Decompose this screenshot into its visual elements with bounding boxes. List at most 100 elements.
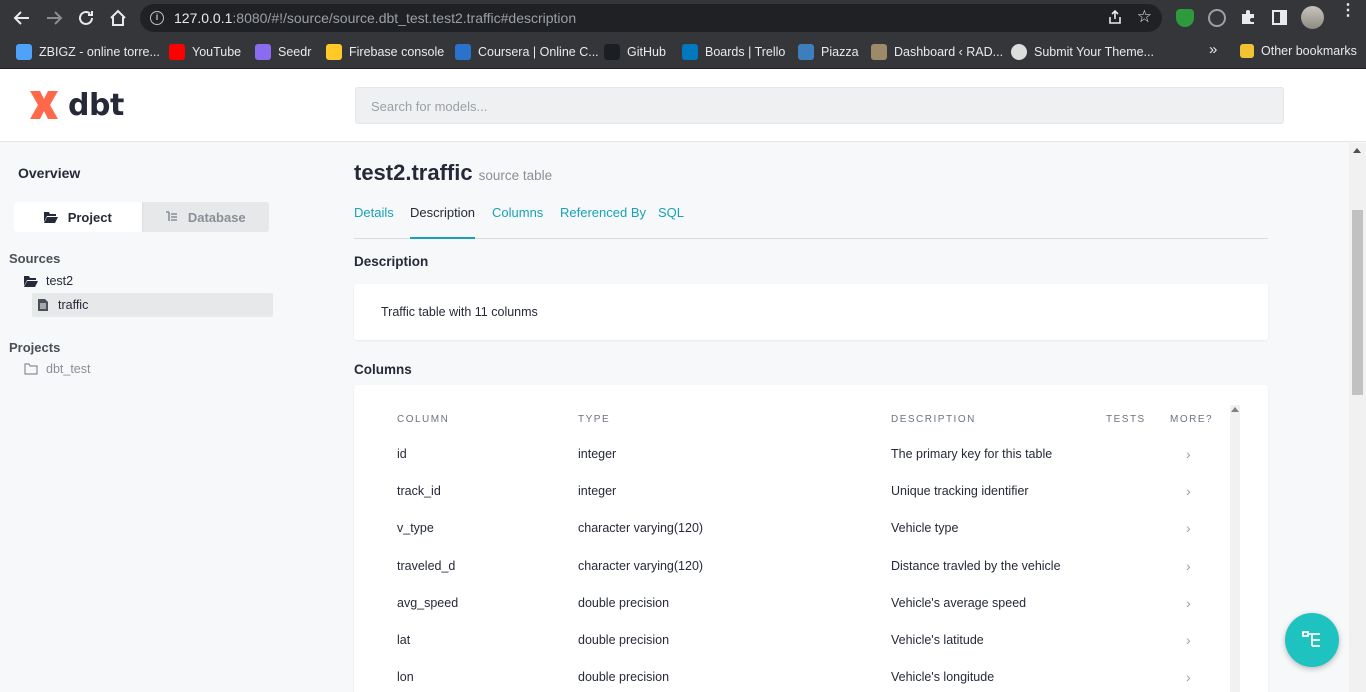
reload-icon[interactable] [76, 8, 96, 28]
column-header-column: COLUMN [397, 414, 450, 425]
sidebar: Overview Project Database Sources test2 … [0, 143, 290, 692]
cell-description: Distance travled by the vehicle [891, 559, 1061, 573]
page-title: test2.traffic [354, 160, 473, 185]
column-header-type: TYPE [578, 414, 611, 425]
project-tab[interactable]: Project [14, 202, 142, 232]
cell-description: Vehicle's average speed [891, 596, 1027, 610]
main-content: test2.traffic source table Details Descr… [354, 143, 1268, 692]
database-tab[interactable]: Database [142, 202, 270, 232]
url-text: 127.0.0.1:8080/#!/source/source.dbt_test… [174, 10, 577, 26]
search-input[interactable]: Search for models... [355, 87, 1284, 124]
cell-type: integer [578, 484, 617, 498]
bookmark-item[interactable]: Piazza [798, 44, 859, 60]
dbt-logo[interactable]: dbt [26, 87, 124, 123]
bookmark-item[interactable]: ZBIGZ - online torre... [16, 44, 160, 60]
cell-column: v_type [397, 521, 434, 535]
bookmark-item[interactable]: Dashboard ‹ RAD... [871, 44, 1003, 60]
bookmark-item[interactable]: Submit Your Theme... [1011, 44, 1154, 60]
chevron-right-icon[interactable]: › [1186, 632, 1191, 648]
description-card: Traffic table with 11 colunms [354, 284, 1268, 340]
site-info-icon[interactable]: i [150, 11, 164, 25]
folder-icon [24, 363, 38, 375]
chevron-right-icon[interactable]: › [1186, 669, 1191, 685]
bookmarks-overflow-button[interactable]: » [1209, 41, 1217, 58]
cell-column: lat [397, 633, 411, 647]
overview-link[interactable]: Overview [18, 165, 80, 181]
file-icon [38, 299, 48, 311]
cell-type: integer [578, 447, 617, 461]
tab-sql[interactable]: SQL [658, 205, 684, 239]
back-icon[interactable] [12, 8, 32, 28]
bookmark-item[interactable]: YouTube [169, 44, 241, 60]
page-scrollbar[interactable] [1349, 143, 1366, 692]
scroll-up-arrow-icon[interactable] [1231, 407, 1239, 412]
other-bookmarks[interactable]: Other bookmarks [1240, 44, 1357, 58]
tab-description[interactable]: Description [410, 205, 476, 239]
cell-description: Vehicle type [891, 521, 959, 535]
view-switcher: Project Database [14, 202, 269, 232]
cell-type: double precision [578, 596, 670, 610]
cell-column: id [397, 447, 407, 461]
folder-open-icon [24, 276, 38, 287]
app-header: dbt Search for models... [0, 69, 1366, 142]
logo-text: dbt [68, 87, 124, 123]
forward-icon[interactable] [44, 8, 64, 28]
chevron-right-icon[interactable]: › [1186, 520, 1191, 536]
chevron-right-icon[interactable]: › [1186, 446, 1191, 462]
scrollbar-thumb[interactable] [1352, 210, 1363, 395]
lineage-icon [1302, 631, 1320, 647]
chevron-right-icon[interactable]: › [1186, 595, 1191, 611]
bookmark-item[interactable]: Firebase console [326, 44, 444, 60]
extension-shield-icon[interactable] [1176, 9, 1194, 27]
tree-icon [165, 211, 177, 221]
tab-details[interactable]: Details [354, 205, 394, 239]
bookmark-item[interactable]: GitHub [604, 44, 666, 60]
chevron-right-icon[interactable]: › [1186, 558, 1191, 574]
dashboard-icon [871, 44, 887, 60]
bookmark-item[interactable]: Seedr [255, 44, 311, 60]
column-header-description: DESCRIPTION [891, 414, 976, 425]
tree-item-traffic[interactable]: traffic [32, 293, 273, 317]
bookmark-item[interactable]: Coursera | Online C... [455, 44, 599, 60]
tree-folder-test2[interactable]: test2 [24, 274, 73, 288]
wordpress-icon [1011, 44, 1027, 60]
column-header-tests: TESTS [1106, 414, 1146, 425]
profile-avatar[interactable] [1301, 6, 1324, 29]
extension-badge-icon[interactable] [1208, 9, 1226, 27]
sources-title: Sources [9, 251, 61, 266]
share-icon[interactable] [1107, 9, 1123, 30]
piazza-icon [798, 44, 814, 60]
github-icon [604, 44, 620, 60]
cell-description: The primary key for this table [891, 447, 1053, 461]
table-scrollbar[interactable] [1230, 405, 1240, 692]
chevron-right-icon[interactable]: › [1186, 483, 1191, 499]
side-panel-icon[interactable] [1272, 10, 1287, 25]
bookmark-star-icon[interactable]: ☆ [1137, 8, 1152, 30]
tree-folder-dbt-test[interactable]: dbt_test [24, 362, 90, 376]
cell-type: character varying(120) [578, 521, 704, 535]
bookmark-item[interactable]: Boards | Trello [682, 44, 785, 60]
tab-columns[interactable]: Columns [492, 205, 543, 239]
tab-referenced-by[interactable]: Referenced By [560, 205, 646, 239]
seedr-icon [255, 44, 271, 60]
browser-toolbar: i 127.0.0.1:8080/#!/source/source.dbt_te… [0, 0, 1366, 36]
cell-column: track_id [397, 484, 441, 498]
browser-menu-icon[interactable]: ⋮ [1340, 3, 1356, 19]
tab-bar: Details Description Columns Referenced B… [354, 205, 1268, 239]
columns-table: COLUMN TYPE DESCRIPTION TESTS MORE? id i… [354, 385, 1268, 692]
projects-title: Projects [9, 340, 61, 355]
page-subtitle: source table [478, 168, 553, 183]
lineage-graph-button[interactable] [1285, 613, 1339, 667]
home-icon[interactable] [108, 8, 128, 28]
scroll-up-arrow-icon[interactable] [1353, 148, 1361, 153]
cell-column: traveled_d [397, 559, 456, 573]
extensions-puzzle-icon[interactable] [1240, 9, 1256, 30]
cloud-icon [16, 44, 32, 60]
firebase-icon [326, 44, 342, 60]
dbt-logo-icon [30, 91, 58, 119]
cell-description: Unique tracking identifier [891, 484, 1029, 498]
column-header-more: MORE? [1170, 414, 1214, 425]
address-bar[interactable]: i 127.0.0.1:8080/#!/source/source.dbt_te… [140, 4, 1162, 32]
trello-icon [682, 44, 698, 60]
columns-heading: Columns [354, 362, 412, 377]
